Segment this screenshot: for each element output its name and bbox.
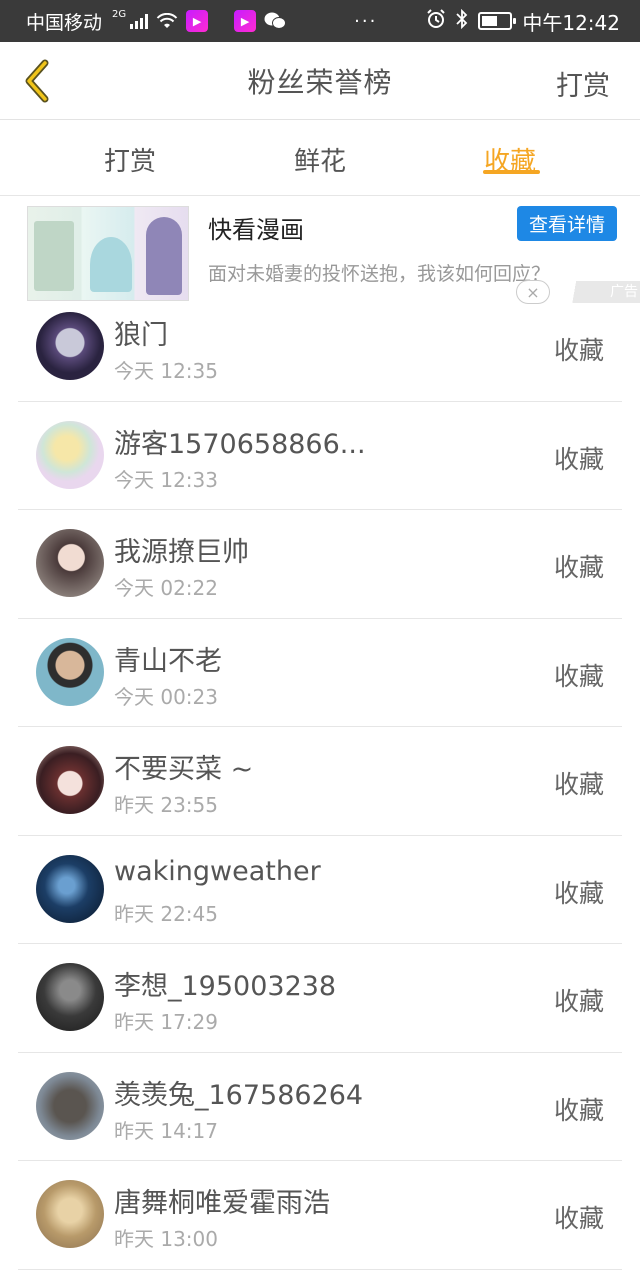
action-label: 收藏 xyxy=(553,444,604,474)
battery-icon xyxy=(478,12,517,30)
favorite-time: 今天 00:23 xyxy=(114,684,218,709)
action-label: 收藏 xyxy=(553,336,604,365)
avatar[interactable] xyxy=(36,963,104,1031)
tab-reward[interactable]: 打赏 xyxy=(70,141,190,178)
tab-favorites[interactable]: 收藏 xyxy=(450,141,570,178)
list-item[interactable]: 我源撩巨帅 今天 02:22 收藏 xyxy=(0,510,640,619)
back-button[interactable] xyxy=(14,58,58,104)
tab-flowers[interactable]: 鲜花 xyxy=(260,141,380,178)
user-name: 李想_195003238 xyxy=(114,971,337,1002)
tab-bar: 打赏 鲜花 收藏 xyxy=(0,121,640,196)
action-label: 收藏 xyxy=(553,987,604,1016)
avatar[interactable] xyxy=(36,1071,104,1140)
user-name: 唐舞桐唯爱霍雨浩 xyxy=(114,1188,330,1219)
avatar[interactable] xyxy=(36,854,104,923)
avatar[interactable] xyxy=(36,420,104,489)
page-title: 粉丝荣誉榜 xyxy=(247,65,393,99)
video-app-icon: ▶ xyxy=(186,10,209,32)
favorite-time: 昨天 13:00 xyxy=(114,1227,218,1251)
ad-app-name: 快看漫画 xyxy=(208,216,304,244)
signal-icon xyxy=(130,13,149,29)
list-item[interactable]: 青山不老 今天 00:23 收藏 xyxy=(0,619,640,728)
user-name: 不要买菜 ~ xyxy=(114,754,254,785)
user-name: 青山不老 xyxy=(114,645,222,677)
user-name: 游客1570658866... xyxy=(114,428,366,460)
user-name: 羡羡兔_167586264 xyxy=(114,1079,364,1111)
header: 粉丝荣誉榜 打赏 xyxy=(0,42,640,120)
status-bar: 中国移动 2G ▶ ▶ ··· 中午12:42 xyxy=(0,0,640,42)
favorite-time: 今天 12:35 xyxy=(114,359,218,383)
list-item[interactable]: 不要买菜 ~ 昨天 23:55 收藏 xyxy=(0,727,640,836)
favorite-time: 昨天 23:55 xyxy=(114,793,218,817)
ad-banner[interactable]: 快看漫画 查看详情 面对未婚妻的投怀送抱，我该如何回应？ × 广告 xyxy=(0,197,640,305)
wechat-icon xyxy=(264,11,287,31)
wifi-icon xyxy=(156,13,178,29)
favorite-time: 今天 12:33 xyxy=(114,467,218,492)
list-item[interactable]: 游客1570658866... 今天 12:33 收藏 xyxy=(0,402,640,511)
ad-thumbnail[interactable] xyxy=(27,206,189,301)
user-name: 狼门 xyxy=(114,320,168,351)
fan-list: 狼门 今天 12:35 收藏 游客1570658866... 今天 12:33 … xyxy=(0,293,640,1270)
avatar[interactable] xyxy=(36,637,104,706)
favorite-time: 昨天 22:45 xyxy=(114,901,218,926)
action-label: 收藏 xyxy=(553,1095,604,1125)
avatar[interactable] xyxy=(36,746,104,814)
favorite-time: 昨天 17:29 xyxy=(114,1010,218,1034)
list-item[interactable]: 狼门 今天 12:35 收藏 xyxy=(0,293,640,402)
user-name: wakingweather xyxy=(114,855,321,887)
action-label: 收藏 xyxy=(553,661,604,691)
carrier-name: 中国移动 xyxy=(26,11,103,34)
avatar[interactable] xyxy=(36,529,104,597)
action-label: 收藏 xyxy=(553,553,604,582)
action-label: 收藏 xyxy=(553,1204,604,1233)
action-label: 收藏 xyxy=(553,770,604,799)
favorite-time: 今天 02:22 xyxy=(114,576,218,600)
avatar[interactable] xyxy=(36,312,104,380)
favorite-time: 昨天 14:17 xyxy=(114,1118,218,1143)
view-details-button[interactable]: 查看详情 xyxy=(517,206,617,241)
alarm-icon xyxy=(426,8,446,34)
action-label: 收藏 xyxy=(553,878,604,908)
video-app-icon-2: ▶ xyxy=(234,10,257,32)
reward-button[interactable]: 打赏 xyxy=(556,64,610,103)
network-type: 2G xyxy=(112,8,127,20)
active-tab-indicator xyxy=(483,170,540,174)
list-item[interactable]: 羡羡兔_167586264 昨天 14:17 收藏 xyxy=(0,1053,640,1162)
avatar[interactable] xyxy=(36,1180,104,1248)
more-notifications: ··· xyxy=(354,10,378,32)
chevron-left-icon xyxy=(25,59,49,103)
bluetooth-icon xyxy=(456,8,468,34)
user-name: 我源撩巨帅 xyxy=(114,537,249,568)
list-item[interactable]: wakingweather 昨天 22:45 收藏 xyxy=(0,836,640,945)
list-item[interactable]: 李想_195003238 昨天 17:29 收藏 xyxy=(0,944,640,1053)
ad-description: 面对未婚妻的投怀送抱，我该如何回应？ xyxy=(208,263,551,285)
list-item[interactable]: 唐舞桐唯爱霍雨浩 昨天 13:00 收藏 xyxy=(0,1161,640,1270)
clock: 中午12:42 xyxy=(522,10,620,35)
